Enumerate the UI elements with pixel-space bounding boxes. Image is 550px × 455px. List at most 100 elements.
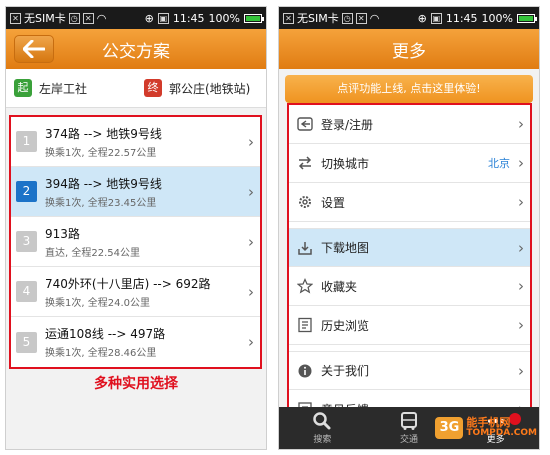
chevron-right-icon: ›	[248, 132, 254, 151]
battery-text: 100%	[208, 11, 240, 25]
route-number: 3	[16, 231, 37, 252]
title-bar: 公交方案	[6, 29, 266, 69]
chevron-right-icon: ›	[248, 282, 254, 301]
sim-icon: ✕	[283, 12, 294, 24]
route-title: 394路 --> 地铁9号线	[45, 176, 162, 191]
route-detail: 直达, 全程22.54公里	[45, 247, 140, 259]
add-icon: ⊕	[417, 11, 427, 25]
chevron-right-icon: ›	[248, 232, 254, 251]
menu-label: 设置	[321, 195, 346, 210]
route-item-3[interactable]: 3 913路 直达, 全程22.54公里 ›	[11, 217, 260, 267]
menu-label: 历史浏览	[321, 318, 370, 333]
history-icon	[295, 316, 315, 334]
route-detail: 换乘1次, 全程22.57公里	[45, 147, 157, 159]
route-title: 740外环(十八里店) --> 692路	[45, 276, 211, 291]
watermark-logo: 3G	[435, 417, 464, 439]
promo-banner[interactable]: 点评功能上线, 点击这里体验!	[285, 75, 533, 103]
time-text: 11:45	[172, 11, 205, 25]
endpoints-bar: 起 左岸工社 终 郭公庄(地铁站)	[6, 69, 266, 108]
login-icon	[295, 115, 315, 133]
image-icon: ▣	[430, 12, 442, 24]
info-icon	[295, 362, 315, 380]
route-item-5[interactable]: 5 运通108线 --> 497路 换乘1次, 全程28.46公里 ›	[11, 317, 260, 367]
carrier-text: 无SIM卡	[24, 12, 66, 25]
wifi-icon: ◠	[96, 11, 107, 25]
alarm-icon: ◷	[341, 12, 353, 24]
end-name: 郭公庄(地铁站)	[169, 81, 251, 96]
menu-label: 下载地图	[321, 241, 370, 255]
more-screen: ✕ 无SIM卡 ◷ ✕ ◠ ⊕ ▣ 11:45 100% 更多 点评功能上线, …	[278, 6, 540, 450]
battery-text: 100%	[481, 11, 513, 25]
menu-item-login[interactable]: 登录/注册 ›	[289, 105, 530, 144]
route-number: 2	[16, 181, 37, 202]
back-button[interactable]	[14, 35, 54, 63]
wifi-icon: ◠	[369, 11, 380, 25]
route-title: 运通108线 --> 497路	[45, 327, 166, 341]
chevron-right-icon: ›	[518, 316, 524, 334]
route-item-4[interactable]: 4 740外环(十八里店) --> 692路 换乘1次, 全程24.0公里 ›	[11, 267, 260, 317]
back-arrow-icon	[22, 39, 46, 59]
mute-icon: ✕	[355, 12, 367, 24]
route-detail: 换乘1次, 全程23.45公里	[45, 197, 157, 209]
time-text: 11:45	[445, 11, 478, 25]
watermark-en: TOMPDA.COM	[466, 428, 537, 438]
bus-plan-screen: ✕ 无SIM卡 ◷ ✕ ◠ ⊕ ▣ 11:45 100% 公交方案 起 左岸工社	[5, 6, 267, 450]
mute-icon: ✕	[82, 12, 94, 24]
tab-search[interactable]: 搜索	[279, 407, 366, 449]
chevron-right-icon: ›	[518, 277, 524, 295]
gear-icon	[295, 193, 315, 211]
chevron-right-icon: ›	[518, 193, 524, 211]
start-point[interactable]: 起 左岸工社	[6, 73, 136, 103]
chevron-right-icon: ›	[518, 238, 524, 257]
menu-item-switch-city[interactable]: 切换城市 北京 ›	[289, 144, 530, 183]
site-watermark: 3G 能手机网 TOMPDA.COM	[435, 417, 537, 439]
feature-caption: 多种实用选择	[94, 376, 178, 392]
start-badge: 起	[14, 79, 32, 97]
route-list: 1 374路 --> 地铁9号线 换乘1次, 全程22.57公里 › 2 394…	[9, 115, 262, 369]
chevron-right-icon: ›	[248, 182, 254, 201]
start-name: 左岸工社	[39, 81, 88, 96]
route-item-2[interactable]: 2 394路 --> 地铁9号线 换乘1次, 全程23.45公里 ›	[11, 167, 260, 217]
status-bar: ✕ 无SIM卡 ◷ ✕ ◠ ⊕ ▣ 11:45 100%	[279, 7, 539, 29]
menu-item-download-map[interactable]: 下载地图 ›	[289, 228, 530, 267]
star-icon	[295, 277, 315, 295]
title-bar: 更多	[279, 29, 539, 69]
menu-item-favorites[interactable]: 收藏夹 ›	[289, 267, 530, 306]
route-number: 5	[16, 331, 37, 353]
tab-label: 搜索	[313, 435, 332, 445]
route-number: 1	[16, 131, 37, 152]
current-city: 北京	[488, 157, 510, 170]
alarm-icon: ◷	[68, 12, 80, 24]
route-title: 374路 --> 地铁9号线	[45, 126, 162, 141]
menu-item-history[interactable]: 历史浏览 ›	[289, 306, 530, 345]
menu-label: 收藏夹	[321, 279, 358, 294]
download-icon	[295, 239, 315, 257]
end-point[interactable]: 终 郭公庄(地铁站)	[136, 73, 266, 103]
sim-icon: ✕	[10, 12, 21, 24]
menu-label: 登录/注册	[321, 117, 374, 132]
add-icon: ⊕	[144, 11, 154, 25]
chevron-right-icon: ›	[248, 333, 254, 351]
menu-item-settings[interactable]: 设置 ›	[289, 183, 530, 222]
chevron-right-icon: ›	[518, 154, 524, 172]
status-bar: ✕ 无SIM卡 ◷ ✕ ◠ ⊕ ▣ 11:45 100%	[6, 7, 266, 29]
route-detail: 换乘1次, 全程28.46公里	[45, 348, 157, 359]
route-title: 913路	[45, 226, 80, 241]
menu-label: 关于我们	[321, 364, 370, 378]
page-title: 公交方案	[102, 41, 170, 62]
route-number: 4	[16, 281, 37, 302]
chevron-right-icon: ›	[518, 361, 524, 380]
menu-label: 切换城市	[321, 156, 370, 171]
route-item-1[interactable]: 1 374路 --> 地铁9号线 换乘1次, 全程22.57公里 ›	[11, 117, 260, 167]
route-detail: 换乘1次, 全程24.0公里	[45, 297, 150, 309]
more-menu: 登录/注册 › 切换城市 北京 › 设置 › 下载地图 › 收藏夹 › 历史浏览…	[287, 103, 532, 431]
image-icon: ▣	[157, 12, 169, 24]
tab-label: 交通	[400, 435, 419, 445]
chevron-right-icon: ›	[518, 115, 524, 133]
bus-icon	[401, 412, 417, 430]
battery-icon	[244, 13, 264, 23]
menu-item-about[interactable]: 关于我们 ›	[289, 351, 530, 390]
switch-arrows-icon	[295, 154, 315, 172]
end-badge: 终	[144, 79, 162, 97]
page-title: 更多	[392, 41, 426, 62]
